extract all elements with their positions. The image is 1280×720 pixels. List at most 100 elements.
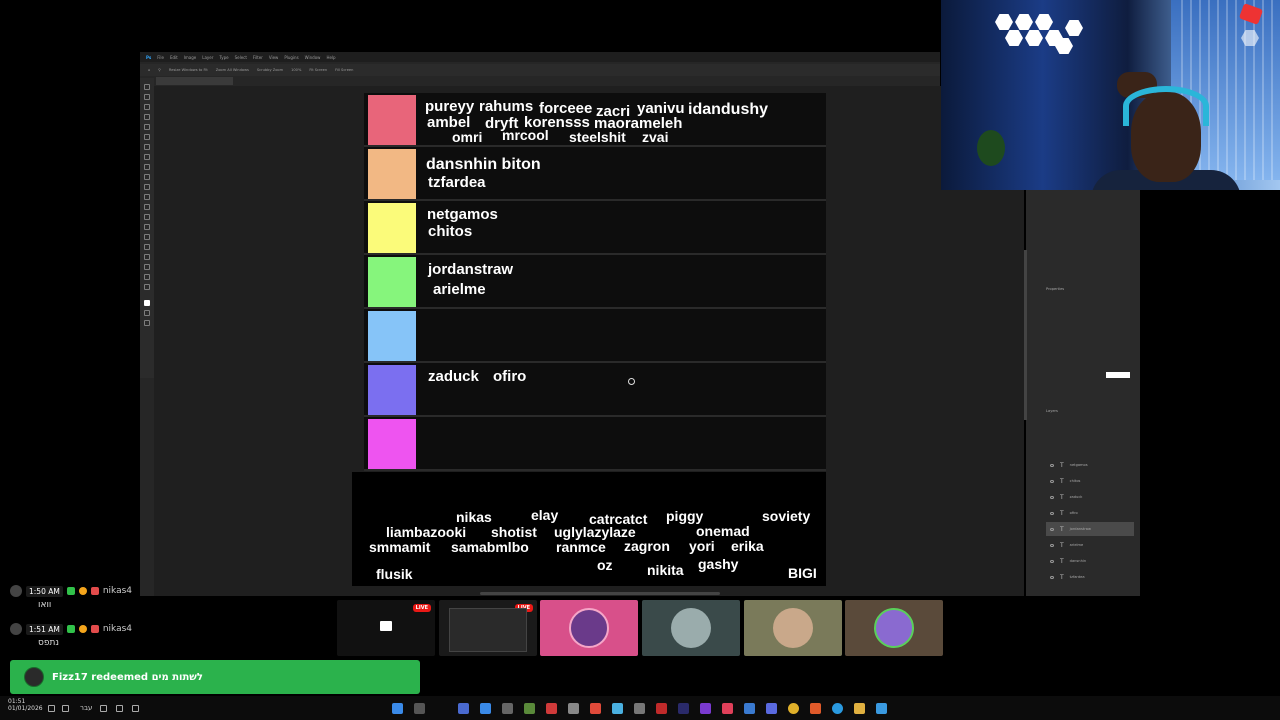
gradient-tool-icon[interactable] [144, 204, 150, 210]
hand-tool-icon[interactable] [144, 274, 150, 280]
visibility-eye-icon[interactable] [1050, 543, 1054, 547]
layer-row[interactable]: Ttzfardea [1046, 570, 1134, 584]
menu-select[interactable]: Select [235, 55, 247, 60]
horizontal-scrollbar[interactable] [480, 592, 720, 595]
document-tab[interactable]: Untitled-1 @ 100% (chitos, RGB/8) * [156, 77, 234, 93]
color-swatch[interactable] [1106, 372, 1130, 378]
visibility-eye-icon[interactable] [1050, 511, 1054, 515]
menu-file[interactable]: File [157, 55, 164, 60]
menu-image[interactable]: Image [184, 55, 197, 60]
option-zoom-all[interactable]: Zoom All Windows [216, 68, 249, 72]
eyedropper-tool-icon[interactable] [144, 144, 150, 150]
app-icon-14[interactable] [700, 703, 711, 714]
crop-tool-icon[interactable] [144, 124, 150, 130]
settings-icon[interactable] [634, 703, 645, 714]
app-icon-7[interactable] [546, 703, 557, 714]
blur-tool-icon[interactable] [144, 214, 150, 220]
type-tool-icon[interactable] [144, 244, 150, 250]
mic-icon[interactable] [100, 705, 107, 712]
option-100[interactable]: 100% [291, 68, 301, 72]
menu-window[interactable]: Window [305, 55, 321, 60]
layers-panel-tab[interactable]: Layers [1046, 409, 1058, 413]
thumbnail-participant[interactable] [540, 600, 638, 656]
path-select-icon[interactable] [144, 254, 150, 260]
app-icon-5[interactable] [502, 703, 513, 714]
app-icon-4[interactable] [480, 703, 491, 714]
select-tool-icon[interactable] [144, 114, 150, 120]
zoom-tool-icon[interactable] [144, 284, 150, 290]
dodge-tool-icon[interactable] [144, 224, 150, 230]
layer-row-selected[interactable]: Tjordanstraw [1046, 522, 1134, 536]
visibility-eye-icon[interactable] [1050, 479, 1054, 483]
eraser-tool-icon[interactable] [144, 194, 150, 200]
stamp-tool-icon[interactable] [144, 174, 150, 180]
home-icon[interactable]: ⌂ [148, 68, 150, 72]
app-icon-6[interactable] [524, 703, 535, 714]
edge-icon[interactable] [832, 703, 843, 714]
app-icon-1[interactable] [392, 703, 403, 714]
marquee-tool-icon[interactable] [144, 94, 150, 100]
menu-plugins[interactable]: Plugins [284, 55, 298, 60]
layer-row[interactable]: Tnetgamos [1046, 458, 1134, 472]
menu-edit[interactable]: Edit [170, 55, 178, 60]
option-scrubby-zoom[interactable]: Scrubby Zoom [257, 68, 283, 72]
layer-row[interactable]: Tchitos [1046, 474, 1134, 488]
thumbnail-desktop[interactable]: LIVE [337, 600, 435, 656]
visibility-eye-icon[interactable] [1050, 575, 1054, 579]
option-fill-screen[interactable]: Fill Screen [335, 68, 353, 72]
taskbar-clock[interactable]: 01:51 01/01/2026 [8, 698, 43, 712]
music-icon[interactable] [722, 703, 733, 714]
notification-icon[interactable] [48, 705, 55, 712]
frame-tool-icon[interactable] [144, 134, 150, 140]
foreground-color-icon[interactable] [144, 300, 150, 306]
quickmask-icon[interactable] [144, 310, 150, 316]
zoom-icon[interactable]: ⚲ [158, 68, 161, 72]
healing-tool-icon[interactable] [144, 154, 150, 160]
visibility-eye-icon[interactable] [1050, 495, 1054, 499]
thumbnail-participant[interactable] [845, 600, 943, 656]
brave-icon[interactable] [810, 703, 821, 714]
layer-row[interactable]: Tdansnhin [1046, 554, 1134, 568]
thumbnail-screen[interactable]: LIVE [439, 600, 537, 656]
app-icon-2[interactable] [414, 703, 425, 714]
chevron-up-icon[interactable] [132, 705, 139, 712]
option-fit-screen[interactable]: Fit Screen [309, 68, 327, 72]
layer-row[interactable]: Tarielme [1046, 538, 1134, 552]
visibility-eye-icon[interactable] [1050, 463, 1054, 467]
screen-mode-icon[interactable] [144, 320, 150, 326]
menu-filter[interactable]: Filter [253, 55, 263, 60]
shape-tool-icon[interactable] [144, 264, 150, 270]
app-icon-12[interactable] [656, 703, 667, 714]
menu-layer[interactable]: Layer [202, 55, 213, 60]
thumbnail-participant[interactable] [642, 600, 740, 656]
lasso-tool-icon[interactable] [144, 104, 150, 110]
visibility-eye-icon[interactable] [1050, 527, 1054, 531]
app-icon-3[interactable] [458, 703, 469, 714]
chrome-icon[interactable] [788, 703, 799, 714]
speaker-icon[interactable] [116, 705, 123, 712]
app-icon-9[interactable] [590, 703, 601, 714]
menu-view[interactable]: View [269, 55, 279, 60]
history-brush-icon[interactable] [144, 184, 150, 190]
menu-type[interactable]: Type [219, 55, 228, 60]
pen-tool-icon[interactable] [144, 234, 150, 240]
network-icon[interactable] [62, 705, 69, 712]
canvas-vertical-scrollbar[interactable] [1024, 250, 1027, 420]
app-icon-10[interactable] [612, 703, 623, 714]
move-tool-icon[interactable] [144, 84, 150, 90]
windows-start-icon[interactable] [876, 703, 887, 714]
folder-icon[interactable] [854, 703, 865, 714]
layer-row[interactable]: Tzaduck [1046, 490, 1134, 504]
language-indicator[interactable]: עבר [80, 704, 92, 712]
visibility-eye-icon[interactable] [1050, 559, 1054, 563]
layer-row[interactable]: Tofiro [1046, 506, 1134, 520]
properties-panel-tab[interactable]: Properties [1046, 287, 1064, 291]
app-icon-13[interactable] [678, 703, 689, 714]
option-resize-windows[interactable]: Resize Windows to Fit [169, 68, 208, 72]
discord-icon[interactable] [766, 703, 777, 714]
app-icon-16[interactable] [744, 703, 755, 714]
brush-tool-icon[interactable] [144, 164, 150, 170]
menu-help[interactable]: Help [326, 55, 335, 60]
thumbnail-participant[interactable] [744, 600, 842, 656]
app-icon-8[interactable] [568, 703, 579, 714]
